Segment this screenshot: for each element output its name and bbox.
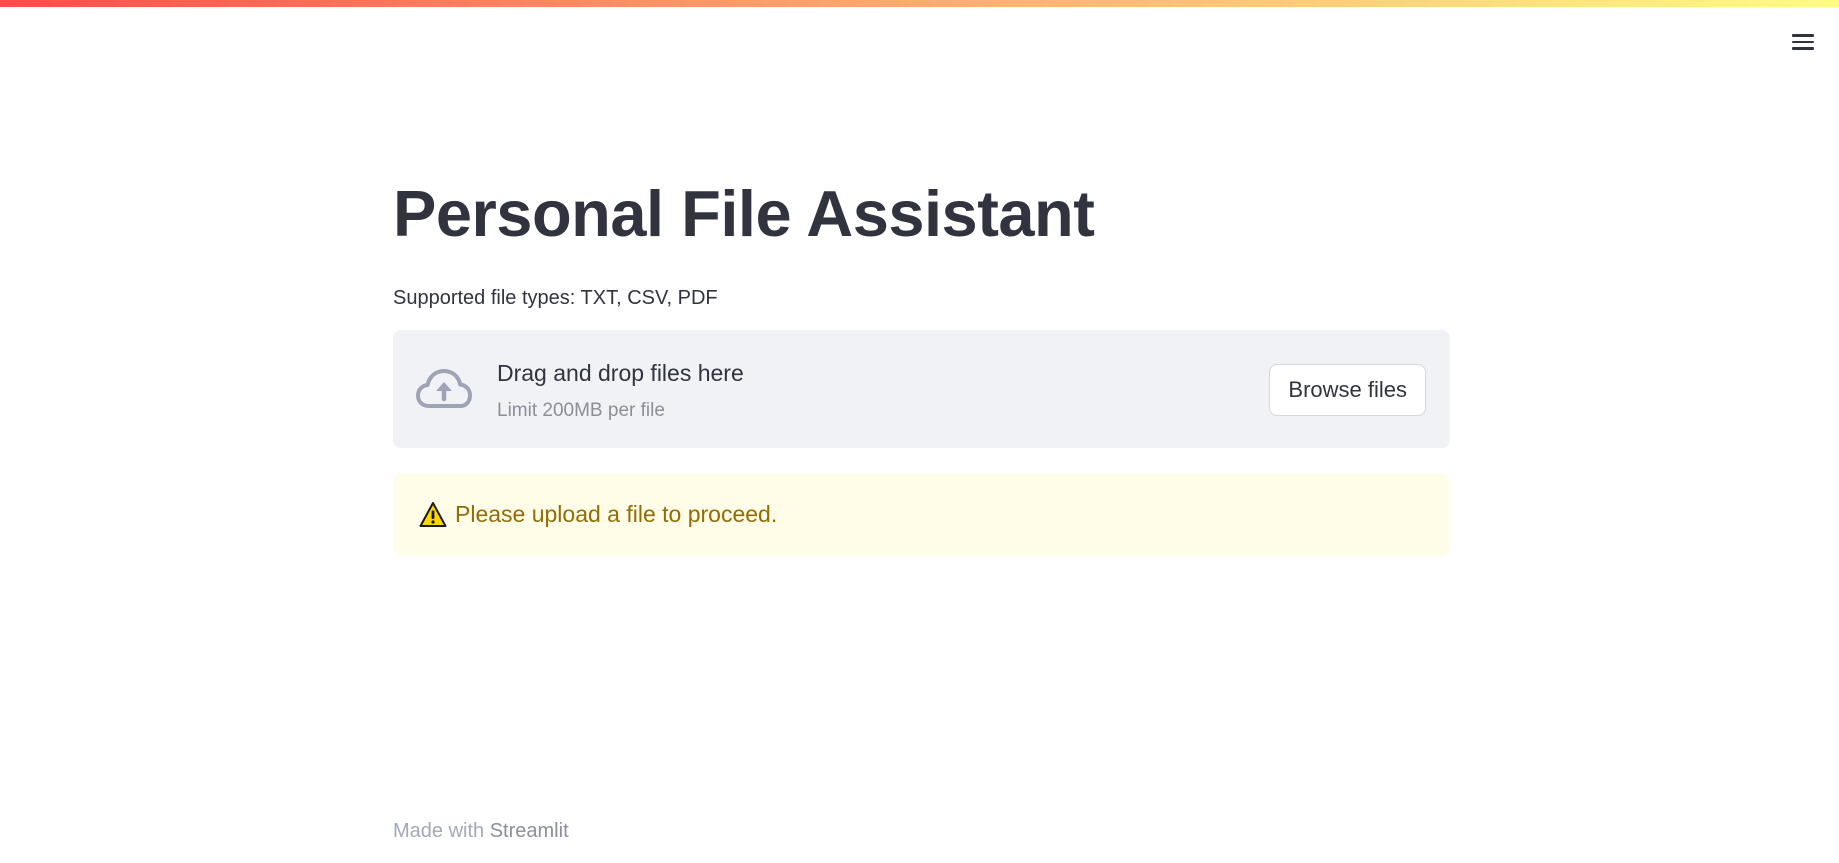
cloud-upload-icon	[416, 369, 472, 408]
main-menu-button[interactable]	[1789, 28, 1817, 56]
warning-triangle-icon	[419, 502, 447, 527]
warning-alert: Please upload a file to proceed.	[393, 474, 1450, 556]
header-decoration-bar	[0, 0, 1839, 7]
footer: Made with Streamlit	[393, 820, 569, 843]
page-title: Personal File Assistant	[393, 177, 1095, 250]
streamlit-link[interactable]: Streamlit	[490, 820, 569, 842]
footer-prefix: Made with	[393, 820, 485, 842]
dropzone-title: Drag and drop files here	[497, 360, 744, 386]
file-size-limit: Limit 200MB per file	[497, 400, 665, 421]
dropzone-instructions: Drag and drop files here Limit 200MB per…	[497, 360, 744, 422]
warning-message: Please upload a file to proceed.	[455, 501, 778, 527]
file-uploader-label: Supported file types: TXT, CSV, PDF	[393, 287, 718, 309]
browse-files-button[interactable]: Browse files	[1269, 364, 1426, 416]
file-dropzone[interactable]: Drag and drop files here Limit 200MB per…	[393, 330, 1450, 448]
hamburger-menu-icon	[1792, 34, 1814, 37]
